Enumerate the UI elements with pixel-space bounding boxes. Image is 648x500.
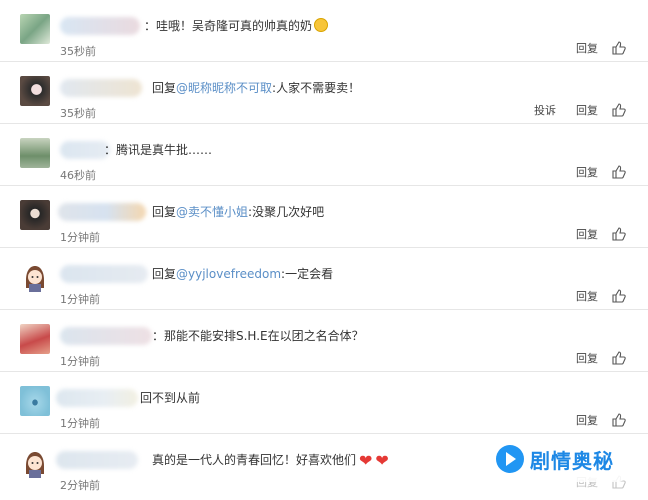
avatar[interactable] — [20, 386, 50, 416]
comment-row: 回不到从前 1分钟前 回复 — [0, 372, 648, 434]
watermark: 剧情奥秘 — [488, 436, 638, 482]
username-blurred[interactable] — [60, 265, 148, 283]
comment-actions: 回复 — [576, 226, 626, 242]
comment-row: 回复@卖不懂小姐:没聚几次好吧 1分钟前 回复 — [0, 186, 648, 248]
avatar[interactable] — [20, 262, 50, 292]
username-blurred[interactable] — [60, 327, 152, 345]
avatar[interactable] — [20, 200, 50, 230]
comment-row: 回复@yyjlovefreedom:一定会看 1分钟前 回复 — [0, 248, 648, 310]
username-blurred[interactable] — [56, 389, 138, 407]
thumbs-up-icon[interactable] — [612, 227, 626, 241]
comment-row: ：哇哦！吴奇隆可真的帅真的奶 35秒前 回复 — [0, 0, 648, 62]
username-blurred[interactable] — [60, 141, 110, 159]
avatar[interactable] — [20, 448, 50, 478]
comment-text: ：哇哦！吴奇隆可真的帅真的奶 — [144, 18, 329, 34]
reply-button[interactable]: 回复 — [576, 102, 598, 118]
timestamp: 46秒前 — [60, 169, 96, 182]
comment-text: 回复@昵称昵称不可取:人家不需要卖！ — [152, 81, 361, 95]
report-button[interactable]: 投诉 — [534, 102, 556, 118]
username-blurred[interactable] — [60, 17, 140, 35]
avatar[interactable] — [20, 138, 50, 168]
comment-actions: 回复 — [576, 350, 626, 366]
comment-actions: 回复 — [576, 40, 626, 56]
reply-button[interactable]: 回复 — [576, 164, 598, 180]
timestamp: 1分钟前 — [60, 417, 100, 430]
timestamp: 2分钟前 — [60, 479, 100, 492]
thumbs-up-icon[interactable] — [612, 289, 626, 303]
heart-icon: ❤ — [359, 451, 373, 470]
thumbs-up-icon[interactable] — [612, 351, 626, 365]
thumbs-up-icon[interactable] — [612, 103, 626, 117]
comment-body: ：哇哦！吴奇隆可真的帅真的奶 — [144, 19, 313, 33]
heart-icon: ❤ — [375, 451, 389, 470]
thumbs-up-icon[interactable] — [612, 413, 626, 427]
comment-actions: 投诉 回复 — [534, 102, 626, 118]
mention-link[interactable]: @昵称昵称不可取 — [176, 81, 272, 95]
username-blurred[interactable] — [60, 79, 142, 97]
comment-actions: 回复 — [576, 288, 626, 304]
mention-link[interactable]: @卖不懂小姐 — [176, 205, 248, 219]
comment-actions: 回复 — [576, 164, 626, 180]
timestamp: 1分钟前 — [60, 355, 100, 368]
avatar[interactable] — [20, 324, 50, 354]
comment-row: 回复@昵称昵称不可取:人家不需要卖！ 35秒前 投诉 回复 — [0, 62, 648, 124]
timestamp: 35秒前 — [60, 45, 96, 58]
timestamp: 1分钟前 — [60, 231, 100, 244]
thumbs-up-icon[interactable] — [612, 41, 626, 55]
comment-body: 回不到从前 — [140, 391, 201, 405]
comment-body: ：腾讯是真牛批…… — [104, 143, 213, 157]
thumbs-up-icon[interactable] — [612, 165, 626, 179]
reply-button[interactable]: 回复 — [576, 288, 598, 304]
comment-body: ：那能不能安排S.H.E在以团之名合体？ — [152, 329, 364, 343]
comment-row: ：腾讯是真牛批…… 46秒前 回复 — [0, 124, 648, 186]
play-logo-icon — [496, 445, 524, 473]
comment-text: 回复@卖不懂小姐:没聚几次好吧 — [152, 205, 325, 219]
comment-text: 回不到从前 — [140, 390, 200, 406]
comment-text: 真的是一代人的青春回忆！好喜欢他们 ❤ ❤ — [152, 451, 389, 470]
watermark-text: 剧情奥秘 — [530, 448, 614, 473]
comment-text: 回复@yyjlovefreedom:一定会看 — [152, 267, 334, 281]
reply-button[interactable]: 回复 — [576, 226, 598, 242]
avatar[interactable] — [20, 76, 50, 106]
comment-body: 真的是一代人的青春回忆！好喜欢他们 — [152, 453, 357, 467]
timestamp: 1分钟前 — [60, 293, 100, 306]
comment-text: ：腾讯是真牛批…… — [104, 142, 212, 158]
avatar[interactable] — [20, 14, 50, 44]
comment-row: ：那能不能安排S.H.E在以团之名合体？ 1分钟前 回复 — [0, 310, 648, 372]
reply-button[interactable]: 回复 — [576, 40, 598, 56]
reply-button[interactable]: 回复 — [576, 412, 598, 428]
mention-link[interactable]: @yyjlovefreedom — [176, 267, 281, 281]
comment-actions: 回复 — [576, 412, 626, 428]
username-blurred[interactable] — [58, 203, 146, 221]
cartoon-girl-icon — [20, 448, 50, 478]
laughing-emoji-icon — [314, 18, 329, 32]
reply-button[interactable]: 回复 — [576, 350, 598, 366]
timestamp: 35秒前 — [60, 107, 96, 120]
comment-list: ：哇哦！吴奇隆可真的帅真的奶 35秒前 回复 回复@昵称昵称不可取:人家不需要卖… — [0, 0, 648, 500]
comment-text: ：那能不能安排S.H.E在以团之名合体？ — [152, 328, 364, 344]
username-blurred[interactable] — [56, 451, 138, 469]
cartoon-girl-icon — [20, 262, 50, 292]
